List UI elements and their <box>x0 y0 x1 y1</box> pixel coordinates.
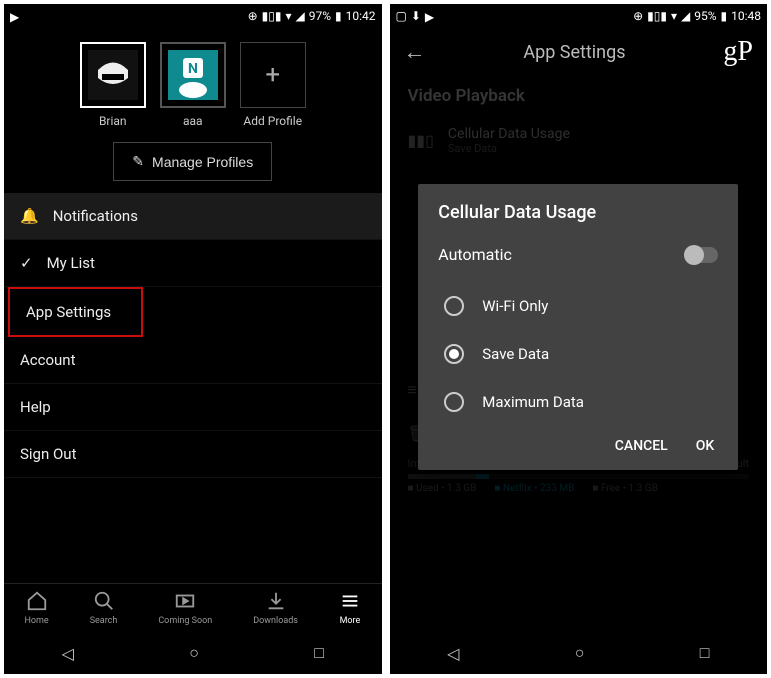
menu-label: Help <box>20 398 51 416</box>
dnd-icon: ⊕ <box>248 9 258 23</box>
play-icon <box>174 590 196 612</box>
system-nav: ◁ ○ □ <box>4 632 382 674</box>
radio-button[interactable] <box>444 344 464 364</box>
menu-label: Notifications <box>53 207 138 225</box>
menu-app-settings[interactable]: App Settings <box>8 287 143 337</box>
home-button[interactable]: ○ <box>189 643 199 663</box>
cellular-dialog: Cellular Data Usage Automatic Wi-Fi Only… <box>418 184 738 470</box>
menu-label: My List <box>47 254 95 272</box>
battery-icon: ▮ <box>335 9 342 23</box>
clock: 10:42 <box>346 9 376 23</box>
plus-icon: + <box>265 60 280 90</box>
pencil-icon: ✎ <box>132 153 144 170</box>
profile-name: Brian <box>99 114 127 128</box>
wifi-icon: ▾ <box>285 9 291 23</box>
check-icon: ✓ <box>20 254 33 272</box>
automatic-label: Automatic <box>438 245 512 264</box>
nav-coming-soon[interactable]: Coming Soon <box>158 590 212 626</box>
download-icon <box>265 590 287 612</box>
recent-button[interactable]: □ <box>314 643 324 663</box>
nav-downloads[interactable]: Downloads <box>253 590 298 626</box>
radio-maximum-data[interactable]: Maximum Data <box>438 378 718 426</box>
status-bar: ▶ ⊕ ▮▯▮ ▾ ◢ 97% ▮ 10:42 <box>4 4 382 28</box>
nav-home[interactable]: Home <box>24 590 48 626</box>
radio-wifi-only[interactable]: Wi-Fi Only <box>438 282 718 330</box>
manage-profiles-button[interactable]: ✎ Manage Profiles <box>113 142 272 181</box>
phone-left: ▶ ⊕ ▮▯▮ ▾ ◢ 97% ▮ 10:42 Brian <box>4 4 382 674</box>
signal-icon: ◢ <box>295 9 304 23</box>
profile-name: Add Profile <box>243 114 302 128</box>
radio-save-data[interactable]: Save Data <box>438 330 718 378</box>
radio-label: Wi-Fi Only <box>482 297 548 315</box>
menu-sign-out[interactable]: Sign Out <box>4 431 382 478</box>
automatic-toggle-row[interactable]: Automatic <box>438 237 718 272</box>
manage-label: Manage Profiles <box>152 154 253 170</box>
menu-icon <box>339 590 361 612</box>
dialog-actions: CANCEL OK <box>438 426 718 460</box>
nav-label: Search <box>90 616 118 626</box>
menu-list: 🔔 Notifications ✓ My List App Settings A… <box>4 193 382 478</box>
profile-aaa[interactable]: N aaa <box>160 42 226 128</box>
nav-label: Home <box>24 616 48 626</box>
profile-name: aaa <box>183 114 203 128</box>
menu-help[interactable]: Help <box>4 384 382 431</box>
menu-notifications[interactable]: 🔔 Notifications <box>4 193 382 240</box>
menu-label: Account <box>20 351 76 369</box>
bell-icon: 🔔 <box>20 207 39 225</box>
menu-my-list[interactable]: ✓ My List <box>4 240 382 287</box>
add-profile[interactable]: + Add Profile <box>240 42 306 128</box>
nav-search[interactable]: Search <box>90 590 118 626</box>
vibrate-icon: ▮▯▮ <box>262 9 282 23</box>
phone-right: ▢ ⬇ ▶ ⊕ ▮▯▮ ▾ ◢ 95% ▮ 10:48 ← App Settin… <box>390 4 768 674</box>
avatar: N <box>160 42 226 108</box>
menu-label: Sign Out <box>20 445 76 463</box>
avatar-image: N <box>168 50 218 100</box>
battery-percent: 97% <box>309 9 331 23</box>
svg-text:N: N <box>188 61 198 77</box>
bottom-nav: Home Search Coming Soon Downloads More <box>4 583 382 632</box>
menu-account[interactable]: Account <box>4 337 382 384</box>
cancel-button[interactable]: CANCEL <box>615 438 668 454</box>
add-avatar: + <box>240 42 306 108</box>
search-icon <box>93 590 115 612</box>
home-icon <box>26 590 48 612</box>
avatar-image <box>88 50 138 100</box>
radio-label: Maximum Data <box>482 393 584 411</box>
menu-label: App Settings <box>26 303 111 321</box>
nav-label: More <box>340 616 361 626</box>
radio-label: Save Data <box>482 345 549 363</box>
radio-button[interactable] <box>444 296 464 316</box>
back-button[interactable]: ◁ <box>62 644 74 663</box>
nav-more[interactable]: More <box>339 590 361 626</box>
profiles-row: Brian N aaa + Add Profile <box>4 28 382 136</box>
ok-button[interactable]: OK <box>696 438 715 454</box>
radio-button[interactable] <box>444 392 464 412</box>
avatar <box>80 42 146 108</box>
profile-brian[interactable]: Brian <box>80 42 146 128</box>
dialog-title: Cellular Data Usage <box>438 202 718 223</box>
dialog-overlay: Cellular Data Usage Automatic Wi-Fi Only… <box>390 4 768 674</box>
nav-label: Downloads <box>253 616 298 626</box>
app-icon: ▶ <box>10 10 19 24</box>
nav-label: Coming Soon <box>158 616 212 626</box>
toggle-switch[interactable] <box>684 247 718 263</box>
